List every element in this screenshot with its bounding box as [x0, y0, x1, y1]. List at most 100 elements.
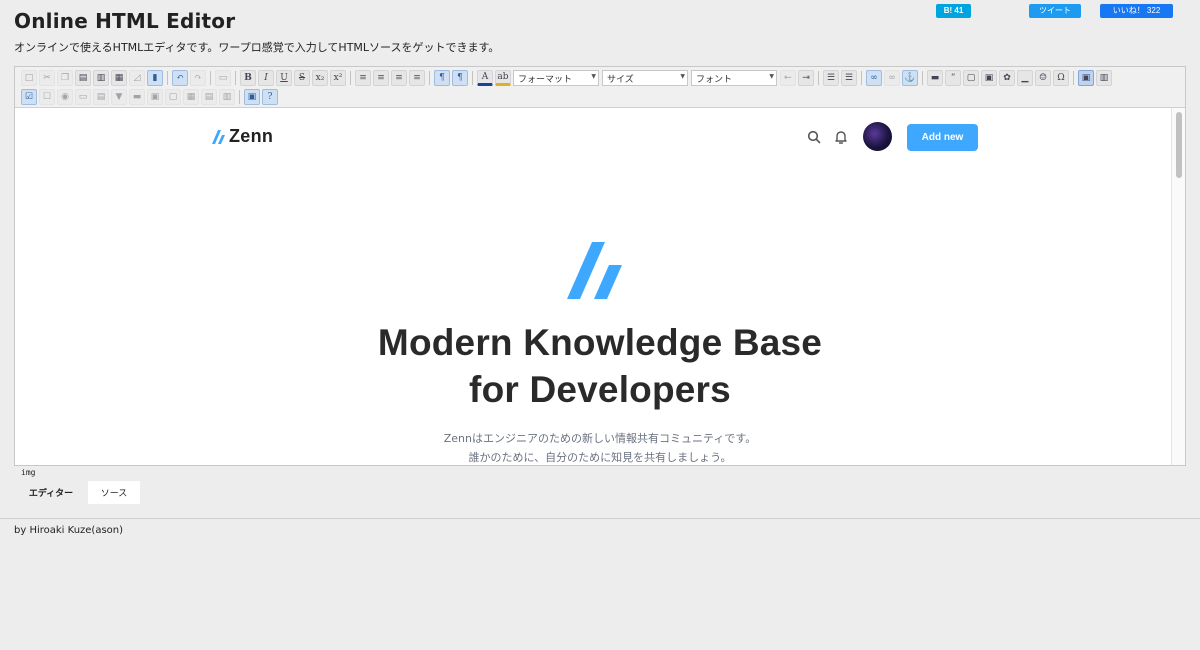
size-select[interactable]: サイズ ▼	[602, 70, 688, 86]
align-justify-icon[interactable]: ≡	[409, 70, 425, 86]
button-field-icon[interactable]: ▬	[129, 89, 145, 105]
toolbar-separator	[350, 71, 351, 85]
bold-icon[interactable]: B	[240, 70, 256, 86]
table-icon[interactable]: ▦	[183, 89, 199, 105]
table-cell-icon[interactable]: ▥	[219, 89, 235, 105]
horizontal-rule-icon[interactable]: ▬	[927, 70, 943, 86]
anchor-icon[interactable]: ⚓	[902, 70, 918, 86]
tab-source[interactable]: ソース	[88, 481, 140, 504]
toolbar-separator	[235, 71, 236, 85]
toolbar-separator	[922, 71, 923, 85]
image-icon[interactable]: ▣	[981, 70, 997, 86]
add-new-button[interactable]: Add new	[907, 124, 978, 151]
outdent-icon[interactable]: ⇤	[780, 70, 796, 86]
font-select[interactable]: フォント ▼	[691, 70, 777, 86]
maximize-icon[interactable]: ▣	[1078, 70, 1094, 86]
page-subtitle: オンラインで使えるHTMLエディタです。ワープロ感覚で入力してHTMLソースをゲ…	[14, 41, 500, 54]
new-page-icon[interactable]: □	[21, 70, 37, 86]
scrollbar-thumb[interactable]	[1176, 112, 1182, 178]
numbered-list-icon[interactable]: ☰	[823, 70, 839, 86]
select-field-icon[interactable]: ▼	[111, 89, 127, 105]
paste-text-icon[interactable]: ▥	[93, 70, 109, 86]
blockquote-icon[interactable]: “	[945, 70, 961, 86]
like-button[interactable]: いいね！ 322	[1100, 4, 1173, 18]
underline-icon[interactable]: U	[276, 70, 292, 86]
tweet-button[interactable]: ツイート	[1029, 4, 1081, 18]
find-icon[interactable]: ▭	[215, 70, 231, 86]
radio-icon[interactable]: ◉	[57, 89, 73, 105]
zenn-logo[interactable]: Zenn	[212, 126, 273, 147]
undo-icon[interactable]: ↶	[172, 70, 188, 86]
editor-toolbar: □ ✂ ❐ ▤ ▥ ▦ ◿ ▮ ↶ ↷ ▭ B I U S x₂ x² ≡ ≡ …	[15, 67, 1185, 108]
zenn-logo-icon	[212, 129, 225, 144]
chevron-down-icon: ▼	[769, 73, 774, 80]
toolbar-separator	[472, 71, 473, 85]
zenn-logo-text: Zenn	[229, 126, 274, 146]
tab-editor[interactable]: エディター	[14, 481, 88, 504]
remove-format-icon[interactable]: ◿	[129, 70, 145, 86]
search-icon[interactable]	[806, 129, 822, 145]
special-char-icon[interactable]: Ω	[1053, 70, 1069, 86]
align-center-icon[interactable]: ≡	[373, 70, 389, 86]
align-right-icon[interactable]: ≡	[391, 70, 407, 86]
help-icon[interactable]: ?	[262, 89, 278, 105]
hero-description-line-1: Zennはエンジニアのための新しい情報共有コミュニティです。	[443, 432, 757, 445]
unlink-icon[interactable]: ∞	[884, 70, 900, 86]
show-blocks-icon[interactable]: ▮	[147, 70, 163, 86]
chevron-down-icon: ▼	[591, 73, 596, 80]
hero-title-line-1: Modern Knowledge Base	[377, 322, 823, 363]
form-icon[interactable]: ☑	[21, 89, 37, 105]
element-path[interactable]: img	[21, 468, 35, 477]
text-field-icon[interactable]: ▭	[75, 89, 91, 105]
cut-icon[interactable]: ✂	[39, 70, 55, 86]
strikethrough-icon[interactable]: S	[294, 70, 310, 86]
copy-icon[interactable]: ❐	[57, 70, 73, 86]
table-row-icon[interactable]: ▤	[201, 89, 217, 105]
paste-icon[interactable]: ▤	[75, 70, 91, 86]
superscript-icon[interactable]: x²	[330, 70, 346, 86]
toolbar-separator	[239, 90, 240, 104]
indent-icon[interactable]: ⇥	[798, 70, 814, 86]
format-select[interactable]: フォーマット ▼	[513, 70, 599, 86]
editor-content-area[interactable]: Zenn Add new Modern Knowledge Base for D…	[15, 108, 1185, 465]
toolbar-row-1: □ ✂ ❐ ▤ ▥ ▦ ◿ ▮ ↶ ↷ ▭ B I U S x₂ x² ≡ ≡ …	[21, 69, 1114, 87]
redo-icon[interactable]: ↷	[190, 70, 206, 86]
checkbox-icon[interactable]: ☐	[39, 89, 55, 105]
source-icon[interactable]: ▥	[1096, 70, 1112, 86]
link-icon[interactable]: ∞	[866, 70, 882, 86]
page-break-icon[interactable]: ▁	[1017, 70, 1033, 86]
background-color-icon[interactable]: ab	[495, 70, 511, 86]
footer-divider	[0, 518, 1200, 519]
hatena-bookmark-button[interactable]: B! 41	[936, 4, 971, 18]
hidden-field-icon[interactable]: ▢	[165, 89, 181, 105]
chevron-down-icon: ▼	[680, 73, 685, 80]
bulleted-list-icon[interactable]: ☰	[841, 70, 857, 86]
hero-title-line-2: for Developers	[469, 369, 731, 410]
hero-description-line-2: 誰かのために、自分のために知見を共有しましょう。	[468, 451, 732, 464]
html-editor: □ ✂ ❐ ▤ ▥ ▦ ◿ ▮ ↶ ↷ ▭ B I U S x₂ x² ≡ ≡ …	[14, 66, 1186, 466]
avatar[interactable]	[863, 122, 892, 151]
align-left-icon[interactable]: ≡	[355, 70, 371, 86]
text-color-icon[interactable]: A	[477, 70, 493, 86]
flash-icon[interactable]: ✿	[999, 70, 1015, 86]
bell-icon[interactable]	[833, 129, 849, 145]
div-container-icon[interactable]: ▢	[963, 70, 979, 86]
page-title: Online HTML Editor	[14, 9, 236, 33]
smiley-icon[interactable]: ☺	[1035, 70, 1051, 86]
footer-credit: by Hiroaki Kuze(ason)	[14, 525, 124, 536]
ltr-icon[interactable]: ¶	[434, 70, 450, 86]
select-all-icon[interactable]: ▣	[244, 89, 260, 105]
zenn-hero-logo-icon	[567, 242, 622, 299]
font-select-label: フォント	[696, 74, 733, 85]
format-select-label: フォーマット	[518, 74, 573, 85]
editor-scrollbar[interactable]	[1171, 108, 1185, 465]
toolbar-separator	[1073, 71, 1074, 85]
rtl-icon[interactable]: ¶	[452, 70, 468, 86]
textarea-icon[interactable]: ▤	[93, 89, 109, 105]
editor-mode-tabs: エディター ソース	[14, 481, 140, 504]
subscript-icon[interactable]: x₂	[312, 70, 328, 86]
paste-word-icon[interactable]: ▦	[111, 70, 127, 86]
toolbar-separator	[818, 71, 819, 85]
image-button-icon[interactable]: ▣	[147, 89, 163, 105]
italic-icon[interactable]: I	[258, 70, 274, 86]
